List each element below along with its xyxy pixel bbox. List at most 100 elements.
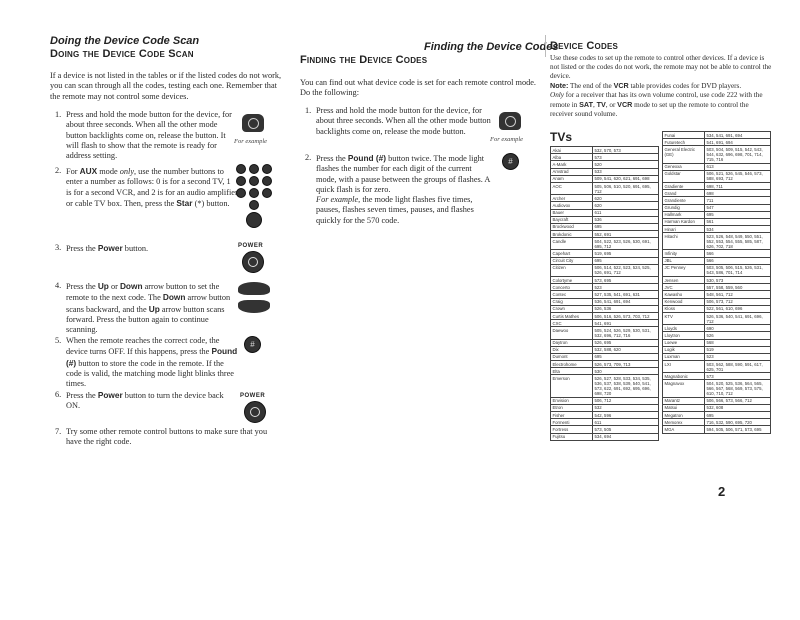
code-cell: 519, 695 bbox=[592, 249, 659, 258]
code-cell: 503, 562, 588, 590, 591, 617, 625, 701 bbox=[704, 360, 771, 374]
code-cell: 534, 694 bbox=[592, 432, 659, 441]
brand-cell: Dix bbox=[550, 345, 593, 354]
note-text: table provides codes for DVD players. bbox=[628, 82, 742, 90]
code-cell: 541, 691 bbox=[592, 319, 659, 328]
table-row: Electrohome 526, 573, 709, 713 bbox=[550, 360, 659, 369]
up-label: Up bbox=[148, 303, 160, 314]
brand-cell: Crown bbox=[550, 304, 593, 313]
brand-cell: Magnabonic bbox=[662, 372, 705, 381]
brand-cell: Harman Kardon bbox=[662, 217, 705, 227]
brand-cell: Grandiente bbox=[662, 196, 705, 205]
brand-cell: Etron bbox=[550, 403, 593, 413]
brand-cell: Memorex bbox=[662, 418, 705, 427]
step-number: 6. bbox=[55, 390, 62, 399]
brand-cell: Megatron bbox=[662, 410, 705, 420]
step-text: For bbox=[66, 167, 80, 176]
brand-cell: Grand bbox=[662, 189, 705, 198]
vcr-label: VCR bbox=[617, 100, 633, 109]
brand-cell: A-Mark bbox=[550, 160, 593, 169]
code-cell: 522, 561, 610, 696 bbox=[704, 304, 771, 313]
table-row: Daewoo 505, 524, 526, 529, 530, 531, 532,… bbox=[550, 326, 659, 340]
step-text: or bbox=[108, 282, 120, 291]
step-number: 4. bbox=[55, 281, 62, 290]
brand-cell: Emerson bbox=[550, 374, 593, 398]
table-row: A-Mark 520 bbox=[550, 160, 659, 169]
brand-cell: Magnavox bbox=[662, 379, 705, 398]
table-row: Magnabonic 573 bbox=[662, 372, 771, 381]
table-row: Kenwood 506, 573, 712 bbox=[662, 297, 771, 306]
step-number: 1. bbox=[55, 110, 62, 119]
code-cell: 573, 695 bbox=[592, 275, 659, 285]
code-cell: 523 bbox=[704, 352, 771, 362]
brand-cell: Concerto bbox=[550, 283, 593, 292]
table-row: Archer 620 bbox=[550, 194, 659, 203]
star-label: Star bbox=[176, 197, 193, 208]
column-rule bbox=[545, 35, 546, 57]
brand-cell: Citizen bbox=[550, 263, 593, 278]
brand-cell: Infinity bbox=[662, 249, 705, 258]
table-row: Envision 506, 712 bbox=[550, 396, 659, 405]
step-text: When the remote reaches the correct code… bbox=[66, 336, 220, 357]
up-down-arrow-buttons-icon bbox=[238, 282, 272, 316]
table-row: Formenti 611 bbox=[550, 418, 659, 427]
table-row: Etron 532 bbox=[550, 403, 659, 413]
code-cell: 698 bbox=[704, 189, 771, 198]
tv-label: TV bbox=[596, 100, 606, 109]
brand-cell: Loewe bbox=[662, 338, 705, 347]
table-row: Lloyds 690 bbox=[662, 324, 771, 333]
step-text: Try some other remote control buttons to… bbox=[66, 427, 268, 447]
brand-cell: KTV bbox=[662, 311, 705, 326]
code-cell: 552, 691 bbox=[592, 230, 659, 239]
brand-cell: Grundig bbox=[662, 203, 705, 212]
intro-text: Use these codes to set up the remote to … bbox=[550, 54, 772, 80]
brand-cell: Kawasho bbox=[662, 290, 705, 299]
code-cell: 526, 573, 709, 713 bbox=[592, 360, 659, 369]
brand-cell: Genexxa bbox=[662, 162, 705, 171]
table-row: Baycraft 536 bbox=[550, 215, 659, 224]
scan-step-6: 6. Press the Power button to turn the de… bbox=[55, 390, 238, 412]
code-cell: 534 bbox=[704, 225, 771, 234]
code-cell: 611 bbox=[592, 208, 659, 217]
table-row: Capehart 519, 695 bbox=[550, 249, 659, 258]
brand-cell: Formenti bbox=[550, 418, 593, 427]
table-row: Megatron 695 bbox=[662, 410, 771, 420]
table-row: Craig 536, 541, 691, 694 bbox=[550, 297, 659, 306]
code-cell: 566 bbox=[704, 256, 771, 265]
brand-cell: Electrohome bbox=[550, 360, 593, 369]
table-row: Anam 509, 541, 620, 621, 691, 698 bbox=[550, 174, 659, 183]
brand-cell: Funai bbox=[662, 130, 705, 140]
brand-cell: Amstrad bbox=[550, 167, 593, 176]
brand-cell: Baycraft bbox=[550, 215, 593, 224]
note-label: Note: bbox=[550, 81, 569, 90]
tv-codes-table-left: Akai 532, 570, 573 Alba 573 A-Mark 520 Amstrad… bbox=[550, 145, 659, 441]
table-row: MGA 594, 505, 506, 571, 573, 695 bbox=[662, 425, 771, 434]
code-cell: 611 bbox=[592, 418, 659, 427]
only-label: Only bbox=[550, 91, 564, 99]
brand-cell: Circuit City bbox=[550, 256, 593, 265]
scan-step-4: 4. Press the Up or Down arrow button to … bbox=[55, 281, 238, 335]
down-label: Down bbox=[119, 281, 143, 291]
code-cell: 532, 588, 620 bbox=[592, 345, 659, 354]
code-cell: 506, 521, 526, 545, 546, 573, 588, 693, … bbox=[704, 169, 771, 183]
table-row: Harman Kardon 561 bbox=[662, 217, 771, 227]
brand-cell: Brockwood bbox=[550, 222, 593, 232]
code-cell: 568 bbox=[704, 338, 771, 347]
step-number: 5. bbox=[55, 336, 62, 345]
code-cell: 526 bbox=[704, 331, 771, 340]
table-row: Bauer 611 bbox=[550, 208, 659, 217]
table-row: Fisher 542, 596 bbox=[550, 410, 659, 420]
table-row: Fujitsu 534, 694 bbox=[550, 432, 659, 441]
table-row: Hitachi 523, 526, 548, 549, 550, 551, 552… bbox=[662, 232, 771, 251]
brand-cell: Candle bbox=[550, 237, 593, 251]
table-row: Futuretech 541, 691, 694 bbox=[662, 138, 771, 147]
brand-cell: General Electric (GE) bbox=[662, 145, 705, 164]
table-row: JBL 566 bbox=[662, 256, 771, 265]
code-cell: 527, 535, 541, 691, 631 bbox=[592, 290, 659, 299]
table-row: JVC 557, 558, 559, 560 bbox=[662, 283, 771, 292]
power-label: Power bbox=[97, 243, 123, 253]
code-cell: 532 bbox=[592, 403, 659, 413]
up-label: Up bbox=[97, 281, 109, 291]
brand-cell: Daytron bbox=[550, 338, 593, 347]
step-text: Press and hold the mode button for the d… bbox=[316, 106, 491, 136]
code-cell: 506, 573, 712 bbox=[704, 297, 771, 306]
